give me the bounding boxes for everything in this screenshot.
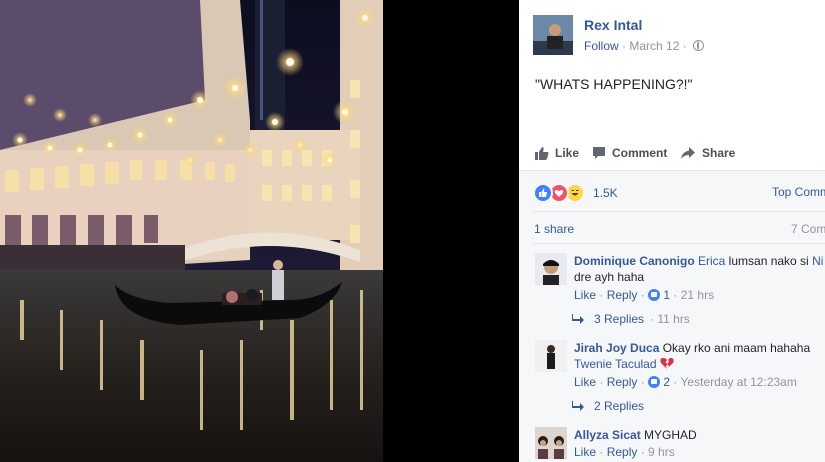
comment-line: lumsan nako si	[725, 254, 809, 268]
comments-count[interactable]: 7 Com	[791, 222, 825, 236]
replies-age: · 11 hrs	[650, 312, 690, 326]
comment-like-count[interactable]: 1	[663, 288, 670, 302]
post-text: "WHATS HAPPENING?!"	[535, 76, 693, 92]
comment-age[interactable]: Yesterday at 12:23am	[681, 375, 797, 389]
comment-like-link[interactable]: Like	[574, 288, 596, 302]
comment-like-link[interactable]: Like	[574, 375, 596, 389]
post-date[interactable]: March 12	[629, 39, 679, 53]
broken-heart-icon	[660, 358, 674, 369]
comment-label: Comment	[612, 146, 668, 160]
comment-line: MYGHAD	[640, 428, 697, 442]
divider	[533, 243, 825, 244]
globe-icon	[693, 40, 705, 51]
comment-reply-link[interactable]: Reply	[607, 375, 638, 389]
comment-like-count[interactable]: 2	[663, 375, 670, 389]
like-badge-icon	[648, 376, 661, 388]
replies-count: 3 Replies	[594, 312, 645, 326]
comment-meta: Like · Reply · 2 · Yesterday at 12:23am	[574, 375, 797, 389]
follow-link[interactable]: Follow	[584, 39, 619, 53]
like-reaction-icon	[533, 183, 553, 203]
comment-line: dre ayh haha	[574, 270, 645, 284]
comment-text: Jirah Joy Duca Okay rko ani maam hahaha …	[574, 340, 810, 372]
commenter-name[interactable]: Dominique Canonigo	[574, 254, 695, 268]
comment-reply-link[interactable]: Reply	[607, 288, 638, 302]
comment-button[interactable]: Comment	[592, 146, 667, 160]
comment-age[interactable]: 21 hrs	[681, 288, 714, 302]
commenter-name[interactable]: Allyza Sicat	[574, 428, 641, 442]
comment-text: Dominique Canonigo Erica lumsan nako si …	[574, 253, 823, 285]
reactions-summary[interactable]: 1.5K	[533, 183, 618, 203]
tagged-user[interactable]: Erica	[698, 254, 725, 268]
top-comments-dropdown[interactable]: Top Comm	[772, 185, 825, 199]
comment-icon	[593, 147, 605, 159]
replies-count: 2 Replies	[594, 399, 645, 413]
divider	[533, 211, 825, 212]
comment-meta: Like · Reply · 1 · 21 hrs	[574, 288, 715, 302]
commenter-avatar[interactable]	[535, 340, 567, 372]
comment-line: Okay rko ani maam hahaha	[659, 341, 811, 355]
share-button[interactable]: Share	[680, 146, 735, 160]
comment-reply-link[interactable]: Reply	[607, 445, 638, 459]
author-avatar[interactable]	[533, 15, 573, 55]
share-label: Share	[702, 146, 736, 160]
like-label: Like	[555, 146, 580, 160]
post-meta: Follow · March 12 ·	[584, 39, 705, 53]
reaction-count: 1.5K	[593, 186, 618, 200]
share-arrow-icon	[681, 147, 695, 159]
like-badge-icon	[648, 289, 661, 301]
post-photo[interactable]	[0, 0, 383, 462]
comment-like-link[interactable]: Like	[574, 445, 596, 459]
post-panel: Rex Intal Follow · March 12 · "WHATS HAP…	[519, 0, 825, 462]
photo-viewer	[0, 0, 519, 462]
shares-count[interactable]: 1 share	[534, 222, 574, 236]
reply-arrow-icon	[572, 314, 584, 324]
comment-text: Allyza Sicat MYGHAD	[574, 427, 697, 443]
author-name[interactable]: Rex Intal	[584, 17, 642, 33]
comment-age[interactable]: 9 hrs	[648, 445, 675, 459]
commenter-avatar[interactable]	[535, 427, 567, 459]
like-button[interactable]: Like	[535, 146, 579, 160]
tagged-user[interactable]: Ni	[812, 254, 823, 268]
view-replies-link[interactable]: 2 Replies	[572, 399, 644, 413]
comment-meta: Like · Reply · 9 hrs	[574, 445, 675, 459]
commenter-name[interactable]: Jirah Joy Duca	[574, 341, 659, 355]
tagged-user[interactable]: Twenie Taculad	[574, 357, 657, 371]
commenter-avatar[interactable]	[535, 253, 567, 285]
view-replies-link[interactable]: 3 Replies · 11 hrs	[572, 312, 690, 326]
meta-separator: ·	[682, 39, 691, 53]
reply-arrow-icon	[572, 401, 584, 411]
thumbs-up-icon	[535, 147, 549, 160]
